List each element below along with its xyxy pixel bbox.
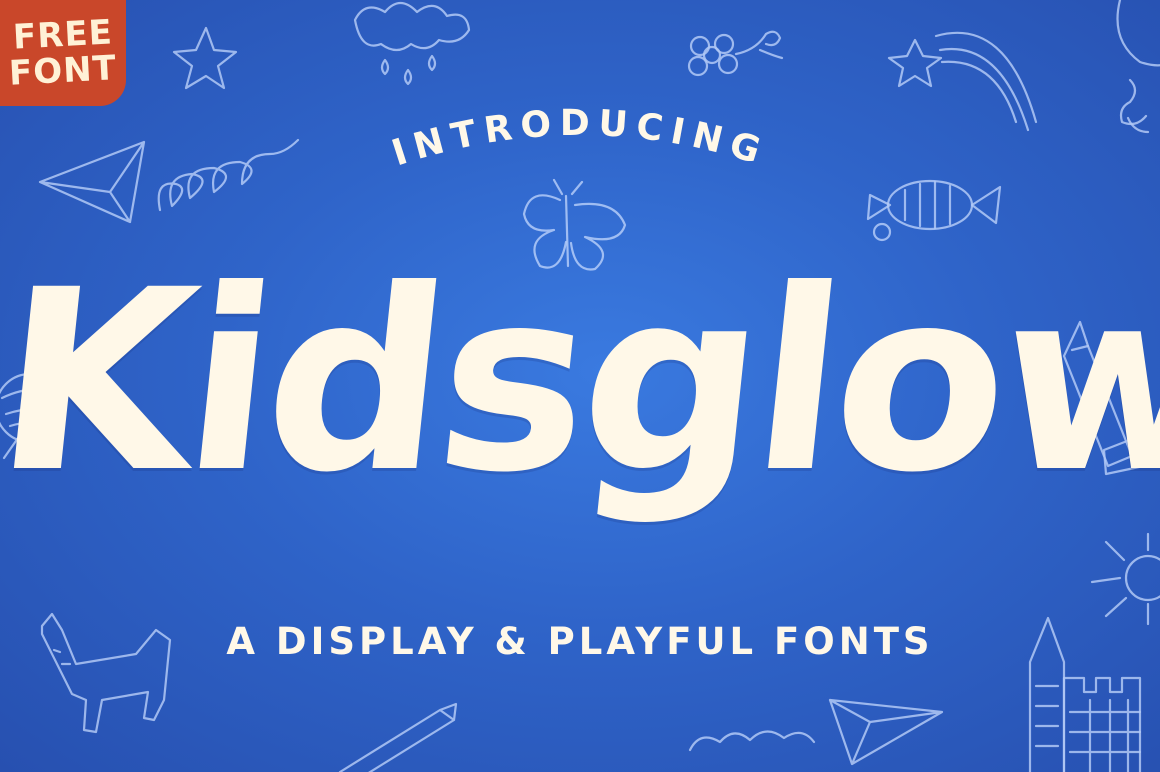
poster: FREE FONT INTRODUCING Kidsglow A DISPLAY… [0,0,1160,772]
sun-doodle-icon [1090,532,1160,626]
tagline: A DISPLAY & PLAYFUL FONTS [226,620,934,663]
intro-arc: INTRODUCING [387,103,772,175]
font-name-headline: Kidsglow [0,236,1160,527]
svg-text:INTRODUCING: INTRODUCING [387,103,772,175]
small-pencil-doodle-icon [338,702,458,772]
paper-plane-bottom-doodle-icon [828,698,944,766]
caterpillar-doodle-icon [688,730,816,752]
intro-text: INTRODUCING [387,103,764,175]
